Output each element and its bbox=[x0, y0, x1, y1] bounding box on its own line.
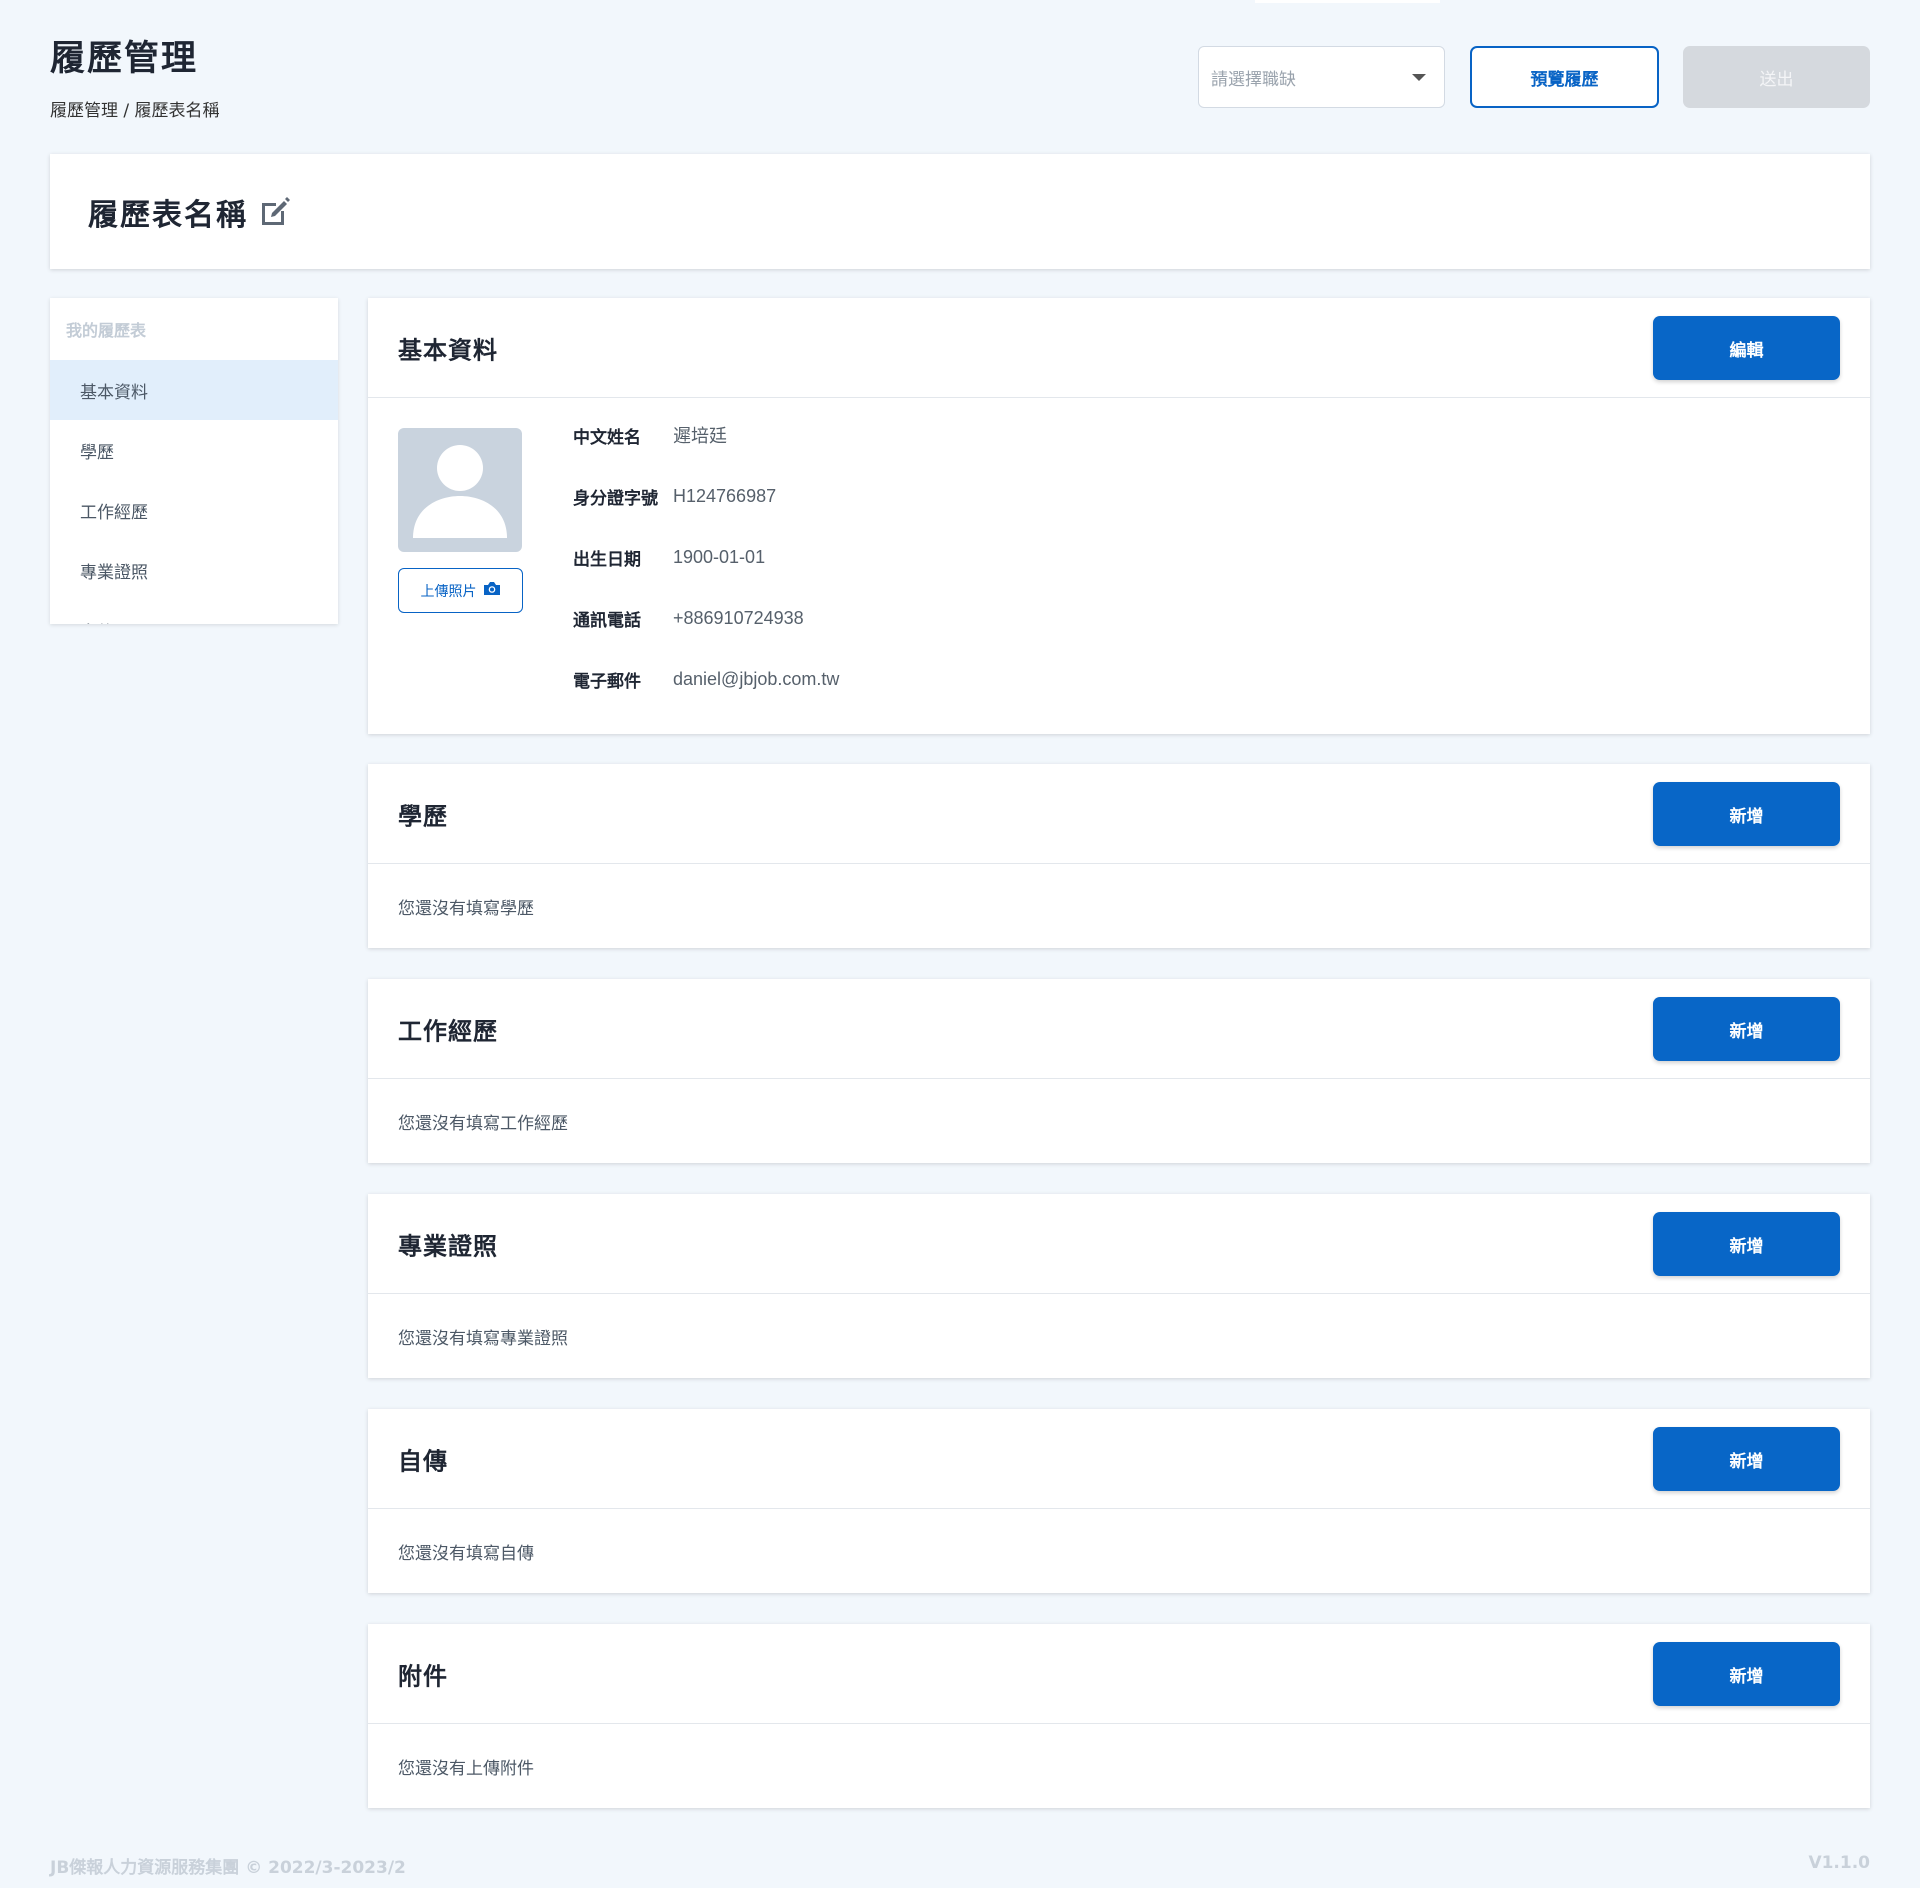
info-row-birthdate: 出生日期 1900-01-01 bbox=[573, 545, 766, 570]
info-row-email: 電子郵件 daniel@jbjob.com.tw bbox=[573, 667, 840, 692]
basic-info-section: 基本資料 編輯 上傳照片 中文姓名 遲培廷 身分證字號 H124766987 出… bbox=[368, 298, 1870, 734]
job-select[interactable]: 請選擇職缺 bbox=[1198, 46, 1445, 108]
add-work-experience-button[interactable]: 新增 bbox=[1653, 997, 1840, 1061]
section-title: 學歷 bbox=[398, 802, 448, 830]
info-row-name: 中文姓名 遲培廷 bbox=[573, 423, 727, 448]
empty-message: 您還沒有填寫工作經歷 bbox=[398, 1113, 568, 1134]
certificates-section: 專業證照 新增 您還沒有填寫專業證照 bbox=[368, 1194, 1870, 1378]
job-select-placeholder: 請選擇職缺 bbox=[1211, 69, 1296, 90]
autobiography-section: 自傳 新增 您還沒有填寫自傳 bbox=[368, 1409, 1870, 1593]
empty-message: 您還沒有上傳附件 bbox=[398, 1758, 534, 1779]
field-value: H124766987 bbox=[673, 485, 777, 506]
add-autobiography-button[interactable]: 新增 bbox=[1653, 1427, 1840, 1491]
preview-resume-button[interactable]: 預覽履歷 bbox=[1470, 46, 1659, 108]
field-label: 中文姓名 bbox=[573, 427, 641, 448]
breadcrumb-separator: / bbox=[123, 101, 130, 121]
field-value: daniel@jbjob.com.tw bbox=[673, 668, 840, 689]
section-header: 學歷 新增 bbox=[368, 764, 1870, 864]
add-attachment-button[interactable]: 新增 bbox=[1653, 1642, 1840, 1706]
footer-copyright: JB傑報人力資源服務集團 © 2022/3-2023/2 bbox=[50, 1858, 406, 1878]
resume-name-card: 履歷表名稱 bbox=[50, 154, 1870, 269]
attachments-section: 附件 新增 您還沒有上傳附件 bbox=[368, 1624, 1870, 1808]
breadcrumb-current: 履歷表名稱 bbox=[134, 101, 220, 121]
submit-button[interactable]: 送出 bbox=[1683, 46, 1870, 108]
section-header: 基本資料 編輯 bbox=[368, 298, 1870, 398]
sidebar-item-education[interactable]: 學歷 bbox=[50, 420, 338, 480]
edit-basic-info-button[interactable]: 編輯 bbox=[1653, 316, 1840, 380]
info-row-id-number: 身分證字號 H124766987 bbox=[573, 484, 777, 509]
upload-photo-button[interactable]: 上傳照片 bbox=[398, 568, 523, 613]
sidebar-item-autobiography[interactable]: 自傳 bbox=[50, 600, 338, 625]
add-certificate-button[interactable]: 新增 bbox=[1653, 1212, 1840, 1276]
camera-icon bbox=[483, 581, 501, 600]
breadcrumb: 履歷管理 / 履歷表名稱 bbox=[50, 96, 220, 121]
add-education-button[interactable]: 新增 bbox=[1653, 782, 1840, 846]
basic-info-body: 上傳照片 中文姓名 遲培廷 身分證字號 H124766987 出生日期 1900… bbox=[368, 398, 1870, 734]
field-value: 1900-01-01 bbox=[673, 546, 766, 567]
empty-message: 您還沒有填寫專業證照 bbox=[398, 1328, 568, 1349]
empty-message: 您還沒有填寫自傳 bbox=[398, 1543, 534, 1564]
empty-message: 您還沒有填寫學歷 bbox=[398, 898, 534, 919]
section-title: 工作經歷 bbox=[398, 1017, 498, 1045]
field-label: 電子郵件 bbox=[573, 671, 641, 692]
footer-version: V1.1.0 bbox=[1808, 1853, 1870, 1873]
section-header: 附件 新增 bbox=[368, 1624, 1870, 1724]
section-header: 專業證照 新增 bbox=[368, 1194, 1870, 1294]
education-section: 學歷 新增 您還沒有填寫學歷 bbox=[368, 764, 1870, 948]
top-accent-bar bbox=[1255, 0, 1440, 3]
sidebar-heading: 我的履歷表 bbox=[66, 321, 147, 340]
resume-name-title: 履歷表名稱 bbox=[88, 197, 248, 233]
sidebar-item-work-experience[interactable]: 工作經歷 bbox=[50, 480, 338, 540]
upload-photo-label: 上傳照片 bbox=[420, 583, 477, 600]
section-title: 自傳 bbox=[398, 1447, 448, 1475]
sidebar: 我的履歷表 基本資料 學歷 工作經歷 專業證照 自傳 bbox=[50, 298, 338, 624]
section-title: 附件 bbox=[398, 1662, 448, 1690]
section-header: 自傳 新增 bbox=[368, 1409, 1870, 1509]
sidebar-item-certificates[interactable]: 專業證照 bbox=[50, 540, 338, 600]
person-icon bbox=[413, 445, 507, 538]
field-label: 通訊電話 bbox=[573, 610, 641, 631]
work-experience-section: 工作經歷 新增 您還沒有填寫工作經歷 bbox=[368, 979, 1870, 1163]
info-row-phone: 通訊電話 +886910724938 bbox=[573, 606, 804, 631]
page-title: 履歷管理 bbox=[50, 39, 199, 79]
sidebar-item-basic-info[interactable]: 基本資料 bbox=[50, 360, 338, 420]
field-value: 遲培廷 bbox=[673, 426, 727, 446]
field-value: +886910724938 bbox=[673, 607, 804, 628]
chevron-down-icon bbox=[1412, 73, 1426, 81]
field-label: 身分證字號 bbox=[573, 488, 658, 509]
breadcrumb-link-resume-management[interactable]: 履歷管理 bbox=[50, 101, 118, 121]
section-title: 專業證照 bbox=[398, 1232, 498, 1260]
field-label: 出生日期 bbox=[573, 549, 641, 570]
edit-icon[interactable] bbox=[258, 195, 292, 229]
section-title: 基本資料 bbox=[398, 336, 498, 364]
avatar bbox=[398, 428, 522, 552]
section-header: 工作經歷 新增 bbox=[368, 979, 1870, 1079]
